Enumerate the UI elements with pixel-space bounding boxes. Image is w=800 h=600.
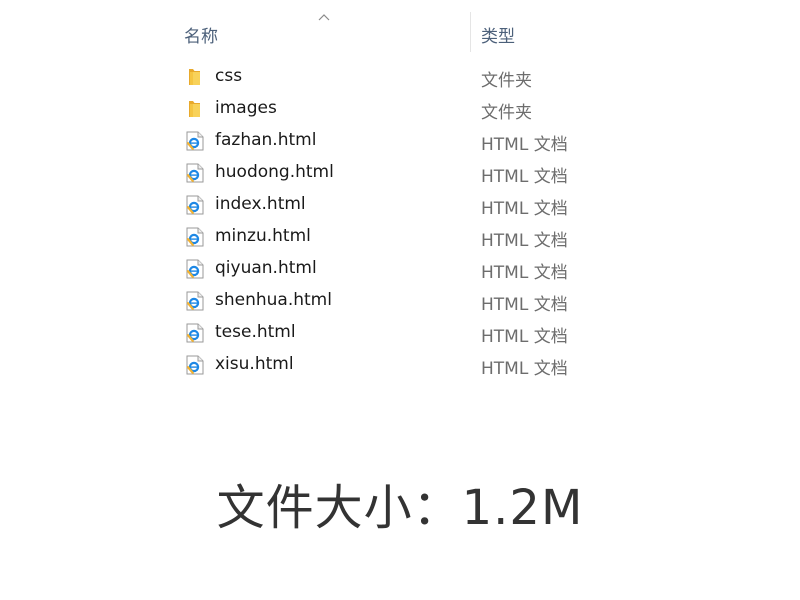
column-divider[interactable]: [470, 12, 471, 52]
sort-ascending-icon: [317, 7, 331, 21]
file-row[interactable]: index.html HTML 文档: [170, 189, 630, 221]
file-type: HTML 文档: [481, 231, 568, 251]
file-name[interactable]: xisu.html: [215, 354, 294, 374]
file-row[interactable]: qiyuan.html HTML 文档: [170, 253, 630, 285]
file-type: HTML 文档: [481, 199, 568, 219]
file-row[interactable]: fazhan.html HTML 文档: [170, 125, 630, 157]
file-name[interactable]: qiyuan.html: [215, 258, 317, 278]
file-name[interactable]: minzu.html: [215, 226, 311, 246]
html-file-icon: [184, 226, 206, 248]
file-name[interactable]: index.html: [215, 194, 306, 214]
file-name[interactable]: huodong.html: [215, 162, 334, 182]
html-file-icon: [184, 354, 206, 376]
html-file-icon: [184, 130, 206, 152]
file-list: css 文件夹 images 文件夹 fazhan.html HTML 文档 huod…: [170, 61, 630, 381]
column-header-name[interactable]: 名称: [184, 22, 218, 47]
file-type: HTML 文档: [481, 327, 568, 347]
file-type: HTML 文档: [481, 359, 568, 379]
file-name[interactable]: images: [215, 98, 277, 118]
html-file-icon: [184, 162, 206, 184]
file-type: HTML 文档: [481, 263, 568, 283]
file-type: HTML 文档: [481, 135, 568, 155]
file-type: HTML 文档: [481, 295, 568, 315]
file-name[interactable]: css: [215, 66, 242, 86]
column-header-type[interactable]: 类型: [481, 22, 515, 47]
folder-icon: [184, 66, 206, 88]
file-name[interactable]: fazhan.html: [215, 130, 316, 150]
file-type: HTML 文档: [481, 167, 568, 187]
html-file-icon: [184, 194, 206, 216]
html-file-icon: [184, 322, 206, 344]
file-size-caption: 文件大小：1.2M: [216, 480, 584, 536]
file-row[interactable]: xisu.html HTML 文档: [170, 349, 630, 381]
folder-icon: [184, 98, 206, 120]
file-name[interactable]: shenhua.html: [215, 290, 332, 310]
file-explorer-screenshot: 名称 类型 css 文件夹 images 文件夹 fazhan.html HTML 文…: [0, 0, 800, 600]
html-file-icon: [184, 290, 206, 312]
column-header-bar: 名称 类型: [170, 0, 630, 56]
file-row[interactable]: huodong.html HTML 文档: [170, 157, 630, 189]
file-type: 文件夹: [481, 71, 532, 91]
html-file-icon: [184, 258, 206, 280]
file-list-pane: 名称 类型 css 文件夹 images 文件夹 fazhan.html HTML 文…: [170, 0, 630, 390]
file-row[interactable]: shenhua.html HTML 文档: [170, 285, 630, 317]
file-row[interactable]: css 文件夹: [170, 61, 630, 93]
file-row[interactable]: images 文件夹: [170, 93, 630, 125]
file-name[interactable]: tese.html: [215, 322, 296, 342]
file-row[interactable]: tese.html HTML 文档: [170, 317, 630, 349]
file-type: 文件夹: [481, 103, 532, 123]
file-row[interactable]: minzu.html HTML 文档: [170, 221, 630, 253]
